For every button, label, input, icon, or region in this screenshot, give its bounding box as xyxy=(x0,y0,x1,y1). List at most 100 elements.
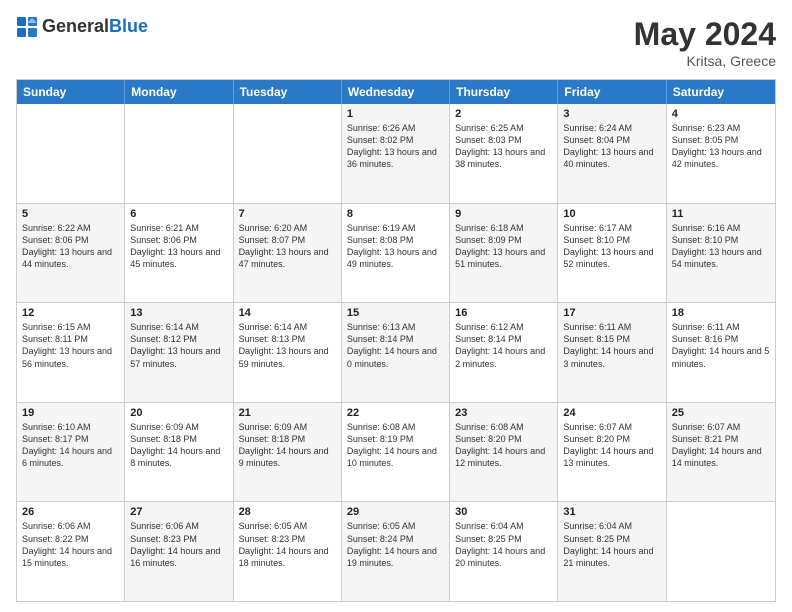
calendar-header-cell: Wednesday xyxy=(342,80,450,104)
calendar-header-cell: Monday xyxy=(125,80,233,104)
day-number: 28 xyxy=(239,506,336,518)
day-info: Sunrise: 6:07 AM Sunset: 8:21 PM Dayligh… xyxy=(672,421,770,470)
calendar-row: 12 Sunrise: 6:15 AM Sunset: 8:11 PM Dayli… xyxy=(17,302,775,402)
day-info: Sunrise: 6:04 AM Sunset: 8:25 PM Dayligh… xyxy=(455,520,552,569)
day-number: 16 xyxy=(455,307,552,319)
calendar-cell: 3Sunrise: 6:24 AM Sunset: 8:04 PM Daylig… xyxy=(558,104,666,203)
calendar-cell: 4 Sunrise: 6:23 AM Sunset: 8:05 PM Daylig… xyxy=(667,104,775,203)
day-number: 27 xyxy=(130,506,227,518)
day-number: 10 xyxy=(563,208,660,220)
day-number: 9 xyxy=(455,208,552,220)
calendar-cell: 12 Sunrise: 6:15 AM Sunset: 8:11 PM Dayli… xyxy=(17,303,125,402)
calendar-cell: 29 Sunrise: 6:05 AM Sunset: 8:24 PM Dayli… xyxy=(342,502,450,601)
day-number: 4 xyxy=(672,108,770,120)
day-number: 25 xyxy=(672,407,770,419)
logo-text: General Blue xyxy=(42,17,148,37)
calendar-cell: 11Sunrise: 6:16 AM Sunset: 8:10 PM Dayli… xyxy=(667,204,775,303)
sub-title: Kritsa, Greece xyxy=(634,53,776,69)
calendar-cell: 9Sunrise: 6:18 AM Sunset: 8:09 PM Daylig… xyxy=(450,204,558,303)
calendar-cell: 27 Sunrise: 6:06 AM Sunset: 8:23 PM Dayli… xyxy=(125,502,233,601)
calendar-body: 1 Sunrise: 6:26 AM Sunset: 8:02 PM Daylig… xyxy=(17,104,775,601)
day-info: Sunrise: 6:07 AM Sunset: 8:20 PM Dayligh… xyxy=(563,421,660,470)
day-number: 23 xyxy=(455,407,552,419)
calendar-cell xyxy=(17,104,125,203)
day-info: Sunrise: 6:25 AM Sunset: 8:03 PM Dayligh… xyxy=(455,122,552,171)
calendar-header-cell: Tuesday xyxy=(234,80,342,104)
calendar-cell: 6 Sunrise: 6:21 AM Sunset: 8:06 PM Daylig… xyxy=(125,204,233,303)
calendar-row: 1 Sunrise: 6:26 AM Sunset: 8:02 PM Daylig… xyxy=(17,104,775,203)
day-info: Sunrise: 6:08 AM Sunset: 8:19 PM Dayligh… xyxy=(347,421,444,470)
day-number: 7 xyxy=(239,208,336,220)
calendar-cell: 1 Sunrise: 6:26 AM Sunset: 8:02 PM Daylig… xyxy=(342,104,450,203)
day-number: 24 xyxy=(563,407,660,419)
day-number: 31 xyxy=(563,506,660,518)
calendar-cell: 8Sunrise: 6:19 AM Sunset: 8:08 PM Daylig… xyxy=(342,204,450,303)
calendar-cell: 20Sunrise: 6:09 AM Sunset: 8:18 PM Dayli… xyxy=(125,403,233,502)
logo: General Blue xyxy=(16,16,148,38)
day-number: 20 xyxy=(130,407,227,419)
calendar-header-cell: Saturday xyxy=(667,80,775,104)
calendar-cell: 2 Sunrise: 6:25 AM Sunset: 8:03 PM Daylig… xyxy=(450,104,558,203)
day-info: Sunrise: 6:20 AM Sunset: 8:07 PM Dayligh… xyxy=(239,222,336,271)
calendar-row: 19 Sunrise: 6:10 AM Sunset: 8:17 PM Dayli… xyxy=(17,402,775,502)
calendar-cell: 26 Sunrise: 6:06 AM Sunset: 8:22 PM Dayli… xyxy=(17,502,125,601)
day-info: Sunrise: 6:21 AM Sunset: 8:06 PM Dayligh… xyxy=(130,222,227,271)
calendar-cell: 24 Sunrise: 6:07 AM Sunset: 8:20 PM Dayli… xyxy=(558,403,666,502)
day-info: Sunrise: 6:06 AM Sunset: 8:23 PM Dayligh… xyxy=(130,520,227,569)
day-info: Sunrise: 6:04 AM Sunset: 8:25 PM Dayligh… xyxy=(563,520,660,569)
calendar-cell: 19 Sunrise: 6:10 AM Sunset: 8:17 PM Dayli… xyxy=(17,403,125,502)
calendar-cell: 28 Sunrise: 6:05 AM Sunset: 8:23 PM Dayli… xyxy=(234,502,342,601)
logo-icon xyxy=(16,16,38,38)
day-number: 2 xyxy=(455,108,552,120)
day-number: 12 xyxy=(22,307,119,319)
day-info: Sunrise: 6:16 AM Sunset: 8:10 PM Dayligh… xyxy=(672,222,770,271)
calendar-cell: 16 Sunrise: 6:12 AM Sunset: 8:14 PM Dayli… xyxy=(450,303,558,402)
day-info: Sunrise: 6:08 AM Sunset: 8:20 PM Dayligh… xyxy=(455,421,552,470)
day-number: 1 xyxy=(347,108,444,120)
calendar-cell: 31 Sunrise: 6:04 AM Sunset: 8:25 PM Dayli… xyxy=(558,502,666,601)
day-info: Sunrise: 6:14 AM Sunset: 8:12 PM Dayligh… xyxy=(130,321,227,370)
day-info: Sunrise: 6:12 AM Sunset: 8:14 PM Dayligh… xyxy=(455,321,552,370)
main-title: May 2024 xyxy=(634,16,776,53)
day-info: Sunrise: 6:11 AM Sunset: 8:16 PM Dayligh… xyxy=(672,321,770,370)
day-number: 26 xyxy=(22,506,119,518)
calendar-cell: 18 Sunrise: 6:11 AM Sunset: 8:16 PM Dayli… xyxy=(667,303,775,402)
day-number: 8 xyxy=(347,208,444,220)
day-info: Sunrise: 6:05 AM Sunset: 8:23 PM Dayligh… xyxy=(239,520,336,569)
day-number: 3 xyxy=(563,108,660,120)
day-number: 19 xyxy=(22,407,119,419)
calendar-cell: 15Sunrise: 6:13 AM Sunset: 8:14 PM Dayli… xyxy=(342,303,450,402)
day-info: Sunrise: 6:11 AM Sunset: 8:15 PM Dayligh… xyxy=(563,321,660,370)
calendar-cell: 22Sunrise: 6:08 AM Sunset: 8:19 PM Dayli… xyxy=(342,403,450,502)
calendar-cell: 25 Sunrise: 6:07 AM Sunset: 8:21 PM Dayli… xyxy=(667,403,775,502)
calendar-cell: 10 Sunrise: 6:17 AM Sunset: 8:10 PM Dayli… xyxy=(558,204,666,303)
calendar-cell: 21 Sunrise: 6:09 AM Sunset: 8:18 PM Dayli… xyxy=(234,403,342,502)
calendar-cell xyxy=(667,502,775,601)
day-number: 30 xyxy=(455,506,552,518)
calendar-cell: 30 Sunrise: 6:04 AM Sunset: 8:25 PM Dayli… xyxy=(450,502,558,601)
day-number: 29 xyxy=(347,506,444,518)
day-info: Sunrise: 6:26 AM Sunset: 8:02 PM Dayligh… xyxy=(347,122,444,171)
day-number: 21 xyxy=(239,407,336,419)
day-info: Sunrise: 6:09 AM Sunset: 8:18 PM Dayligh… xyxy=(239,421,336,470)
day-number: 18 xyxy=(672,307,770,319)
title-block: May 2024 Kritsa, Greece xyxy=(634,16,776,69)
calendar-cell: 14 Sunrise: 6:14 AM Sunset: 8:13 PM Dayli… xyxy=(234,303,342,402)
day-info: Sunrise: 6:06 AM Sunset: 8:22 PM Dayligh… xyxy=(22,520,119,569)
day-info: Sunrise: 6:15 AM Sunset: 8:11 PM Dayligh… xyxy=(22,321,119,370)
day-number: 15 xyxy=(347,307,444,319)
page: General Blue May 2024 Kritsa, Greece Sun… xyxy=(0,0,792,612)
calendar-row: 5Sunrise: 6:22 AM Sunset: 8:06 PM Daylig… xyxy=(17,203,775,303)
day-number: 6 xyxy=(130,208,227,220)
calendar-cell: 5Sunrise: 6:22 AM Sunset: 8:06 PM Daylig… xyxy=(17,204,125,303)
day-info: Sunrise: 6:14 AM Sunset: 8:13 PM Dayligh… xyxy=(239,321,336,370)
calendar-cell xyxy=(125,104,233,203)
day-info: Sunrise: 6:10 AM Sunset: 8:17 PM Dayligh… xyxy=(22,421,119,470)
day-info: Sunrise: 6:05 AM Sunset: 8:24 PM Dayligh… xyxy=(347,520,444,569)
calendar-header: SundayMondayTuesdayWednesdayThursdayFrid… xyxy=(17,80,775,104)
calendar-row: 26 Sunrise: 6:06 AM Sunset: 8:22 PM Dayli… xyxy=(17,501,775,601)
day-info: Sunrise: 6:23 AM Sunset: 8:05 PM Dayligh… xyxy=(672,122,770,171)
day-info: Sunrise: 6:17 AM Sunset: 8:10 PM Dayligh… xyxy=(563,222,660,271)
calendar: SundayMondayTuesdayWednesdayThursdayFrid… xyxy=(16,79,776,602)
day-number: 14 xyxy=(239,307,336,319)
